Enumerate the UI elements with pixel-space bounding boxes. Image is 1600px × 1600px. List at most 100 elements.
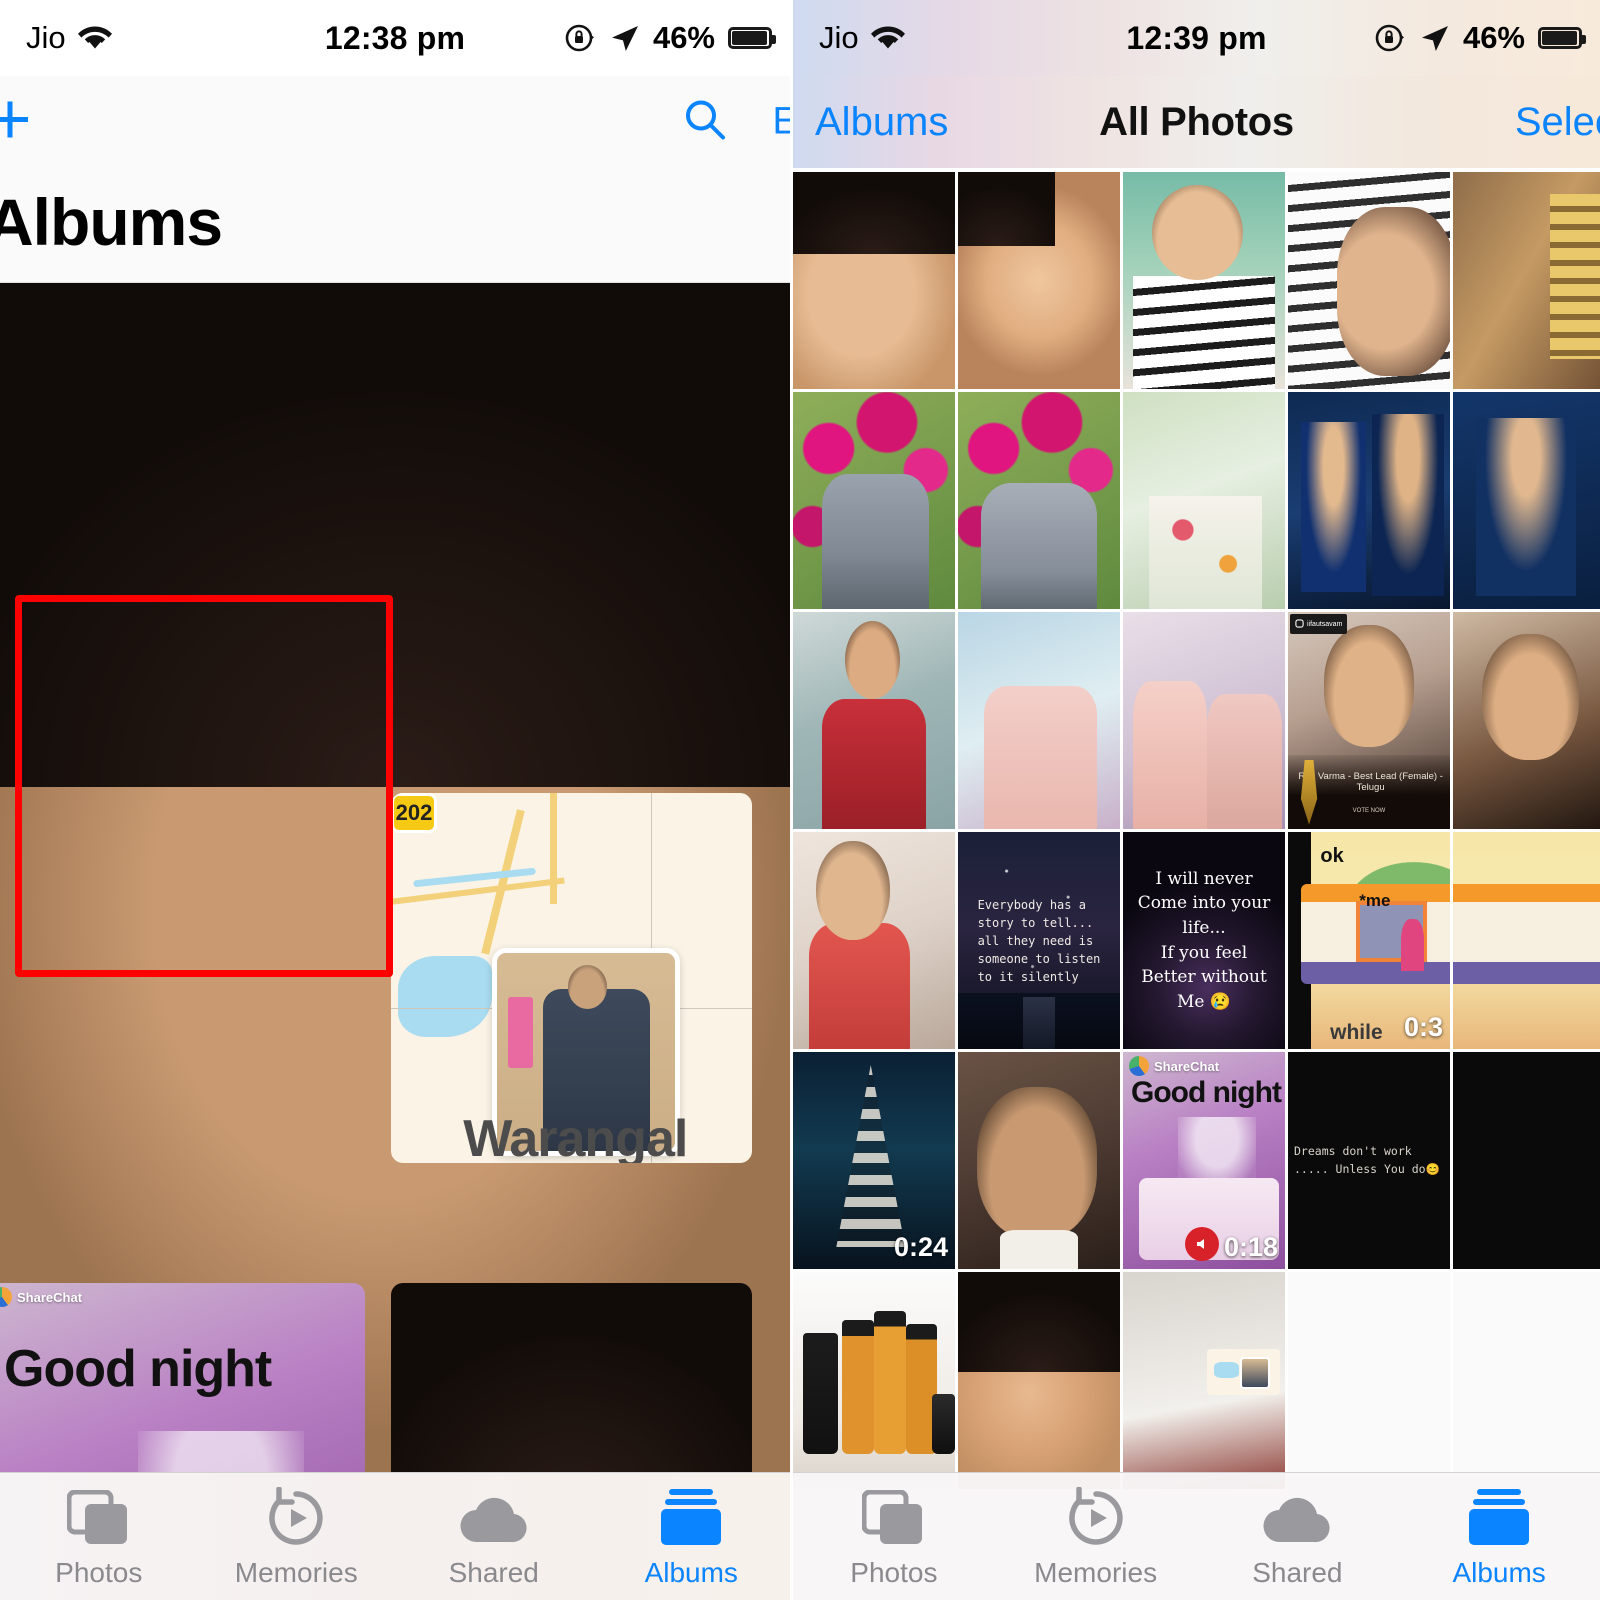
sharechat-watermark: ShareChat [1129,1056,1219,1076]
photo-cell[interactable]: Dreams don't work ..... Unless You do😊 [1288,1052,1450,1269]
battery-icon [1538,27,1586,49]
photo-cell[interactable] [1288,392,1450,609]
albums-icon [658,1487,724,1549]
photo-cell[interactable] [793,832,955,1049]
memories-icon [1065,1487,1127,1549]
photo-cell[interactable] [1288,1272,1450,1489]
meme-text-ok: ok [1320,845,1344,868]
tab-memories[interactable]: Memories [995,1487,1197,1589]
page-title: All Photos [1099,99,1294,144]
highway-shield-icon: 202 [391,793,437,833]
tab-photos[interactable]: Photos [0,1487,198,1589]
carrier-label: Jio [819,20,859,55]
photo-grid[interactable]: iifautsavam Ritu Varma - Best Lead (Fema… [793,168,1600,1489]
tab-memories[interactable]: Memories [198,1487,396,1589]
nav-bar: Edit [0,76,790,168]
photo-cell[interactable]: ShareChat Good night 0:18 [1123,1052,1285,1269]
select-button[interactable]: Select [1515,100,1600,145]
photo-cell[interactable] [1123,392,1285,609]
photo-cell[interactable] [1288,172,1450,389]
photo-cell[interactable] [1453,1052,1600,1269]
photo-cell[interactable] [1453,1272,1600,1489]
photo-cell[interactable] [958,172,1120,389]
sharechat-logo-icon [0,1287,12,1307]
album-thumbnail[interactable] [391,1283,752,1483]
photo-cell[interactable] [793,172,955,389]
photo-cell[interactable] [958,1052,1120,1269]
photo-cell[interactable] [958,392,1120,609]
nav-actions: Edit [681,96,790,149]
albums-scroll-area[interactable]: All Photos 150 Favourites 2 [0,283,790,1483]
photo-cell[interactable] [958,612,1120,829]
page-title: Albums [0,185,223,259]
albums-screenshot: All Photos 150 Favourites 2 [1123,1272,1285,1489]
cloud-icon [1262,1487,1332,1549]
tab-label: Memories [1034,1557,1158,1588]
photo-cell[interactable] [1453,612,1600,829]
photo-cell[interactable] [1123,612,1285,829]
album-card-recents[interactable]: ShareChat Good night [0,1283,365,1483]
tab-label: Photos [55,1557,143,1588]
location-arrow-icon [1420,23,1450,53]
photo-cell[interactable]: All Photos 150 Favourites 2 [1123,1272,1285,1489]
battery-percent-label: 46% [652,20,715,55]
album-thumbnail[interactable]: 202 Warangal [391,793,752,1163]
status-left: Jio [793,20,905,56]
left-phone-screen: Jio 12:38 pm 46% E Albums 202 Warangal S… [0,0,790,1600]
sharechat-watermark: ShareChat [0,1287,82,1307]
tab-shared[interactable]: Shared [1197,1487,1399,1589]
video-duration: 0:18 [1223,1232,1278,1262]
status-left: Jio [0,20,112,56]
quote-overlay: I will never Come into your life... If y… [1123,832,1285,1049]
right-phone-screen: Jio 12:39 pm 46% Albums All Photos Selec [790,0,1600,1600]
nav-bar: Albums All Photos Select [793,76,1600,168]
tab-photos[interactable]: Photos [793,1487,995,1589]
search-icon[interactable] [681,96,729,149]
tab-shared[interactable]: Shared [395,1487,593,1589]
tab-label: Albums [644,1557,738,1588]
photo-cell[interactable]: 0:24 [793,1052,955,1269]
screenshot-pair: Jio 12:38 pm 46% E Albums 202 Warangal S… [0,0,1600,1600]
poster-caption: Ritu Varma - Best Lead (Female) - Telugu [1298,770,1443,794]
photo-cell[interactable] [958,1272,1120,1489]
battery-icon [728,27,776,49]
sharechat-name: ShareChat [17,1289,83,1305]
quote-text: Dreams don't work ..... Unless You do😊 [1294,1144,1440,1176]
instagram-icon [1295,615,1304,633]
album-card-extra[interactable] [391,1283,752,1483]
battery-percent-label: 46% [1462,20,1525,55]
cloud-icon [459,1487,529,1549]
photo-cell[interactable]: ok *me while 0:3 [1288,832,1450,1049]
photo-cell[interactable]: iifautsavam Ritu Varma - Best Lead (Fema… [1288,612,1450,829]
tab-label: Memories [234,1557,358,1588]
tab-albums[interactable]: Albums [593,1487,791,1589]
quote-overlay: Everybody has a story to tell... all the… [958,832,1120,1049]
wifi-icon [870,25,905,51]
quote-text: Everybody has a story to tell... all the… [977,897,1101,984]
tab-bar: Photos Memories Shared Albums [0,1472,790,1600]
photo-cell[interactable] [1453,392,1600,609]
photo-cell[interactable]: I will never Come into your life... If y… [1123,832,1285,1049]
tab-albums[interactable]: Albums [1398,1487,1600,1589]
status-bar: Jio 12:39 pm 46% [793,0,1600,76]
tab-label: Shared [448,1557,539,1588]
photo-cell[interactable] [1453,172,1600,389]
video-duration: 0:3 [1403,1012,1443,1042]
add-album-button[interactable] [0,88,42,157]
edit-button[interactable]: Edit [773,101,790,144]
photo-cell[interactable] [793,612,955,829]
good-night-text: Good night [1131,1076,1282,1109]
video-duration: 0:24 [893,1232,948,1262]
status-bar: Jio 12:38 pm 46% [0,0,790,76]
album-thumbnail[interactable]: ShareChat Good night [0,1283,365,1483]
location-arrow-icon [610,23,640,53]
photo-cell[interactable] [793,392,955,609]
photo-cell[interactable] [1123,172,1285,389]
rotation-lock-icon [563,21,597,55]
muted-icon [1185,1227,1219,1261]
meme-text-me: *me [1359,890,1391,910]
photo-cell[interactable] [1453,832,1600,1049]
good-night-text: Good night [4,1340,272,1398]
photo-cell[interactable]: Everybody has a story to tell... all the… [958,832,1120,1049]
photo-cell[interactable] [793,1272,955,1489]
